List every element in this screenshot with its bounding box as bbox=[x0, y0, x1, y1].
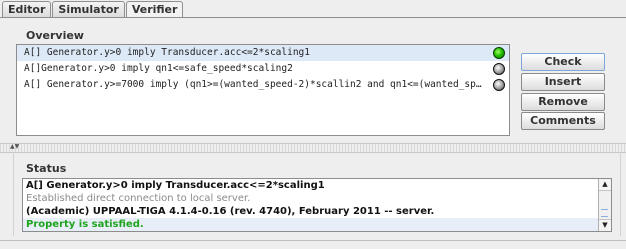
query-text: A[]Generator.y>0 imply qn1<=safe_speed*s… bbox=[24, 63, 293, 74]
status-title: Status bbox=[26, 162, 67, 175]
divider-arrows-icon[interactable]: ▲▼ bbox=[10, 143, 19, 151]
query-row[interactable]: A[]Generator.y>0 imply qn1<=safe_speed*s… bbox=[17, 61, 509, 77]
bottom-border bbox=[0, 240, 626, 241]
tab-verifier[interactable]: Verifier bbox=[125, 1, 184, 18]
overview-title: Overview bbox=[26, 29, 84, 42]
status-unknown-icon bbox=[493, 63, 505, 75]
query-text: A[] Generator.y>=7000 imply (qn1>=(wante… bbox=[24, 79, 486, 90]
status-log[interactable]: A[] Generator.y>0 imply Transducer.acc<=… bbox=[22, 178, 612, 232]
tab-bar: Editor Simulator Verifier bbox=[2, 1, 184, 18]
query-row[interactable]: A[] Generator.y>0 imply Transducer.acc<=… bbox=[17, 45, 509, 61]
scroll-down-icon[interactable]: ▼ bbox=[599, 219, 611, 231]
tab-editor[interactable]: Editor bbox=[2, 1, 52, 17]
check-button[interactable]: Check bbox=[521, 53, 605, 71]
status-line-connection: Established direct connection to local s… bbox=[26, 193, 251, 204]
status-line-query: A[] Generator.y>0 imply Transducer.acc<=… bbox=[26, 180, 325, 191]
query-row[interactable]: A[] Generator.y>=7000 imply (qn1>=(wante… bbox=[17, 77, 509, 93]
status-unknown-icon bbox=[493, 79, 505, 91]
insert-button[interactable]: Insert bbox=[521, 73, 605, 91]
status-scrollbar[interactable]: ▲ ▼ bbox=[598, 179, 611, 231]
tab-underline bbox=[0, 17, 626, 18]
tab-simulator[interactable]: Simulator bbox=[52, 1, 125, 17]
query-list[interactable]: A[] Generator.y>0 imply Transducer.acc<=… bbox=[16, 44, 510, 136]
scroll-thumb-grip[interactable] bbox=[601, 209, 608, 217]
remove-button[interactable]: Remove bbox=[521, 93, 605, 111]
status-satisfied-icon bbox=[493, 47, 505, 59]
scroll-up-icon[interactable]: ▲ bbox=[599, 179, 611, 191]
status-line-result: Property is satisfied. bbox=[23, 218, 611, 231]
comments-button[interactable]: Comments bbox=[521, 112, 605, 130]
query-text: A[] Generator.y>0 imply Transducer.acc<=… bbox=[24, 47, 310, 58]
status-line-server: (Academic) UPPAAL-TIGA 4.1.4-0.16 (rev. … bbox=[26, 206, 435, 217]
